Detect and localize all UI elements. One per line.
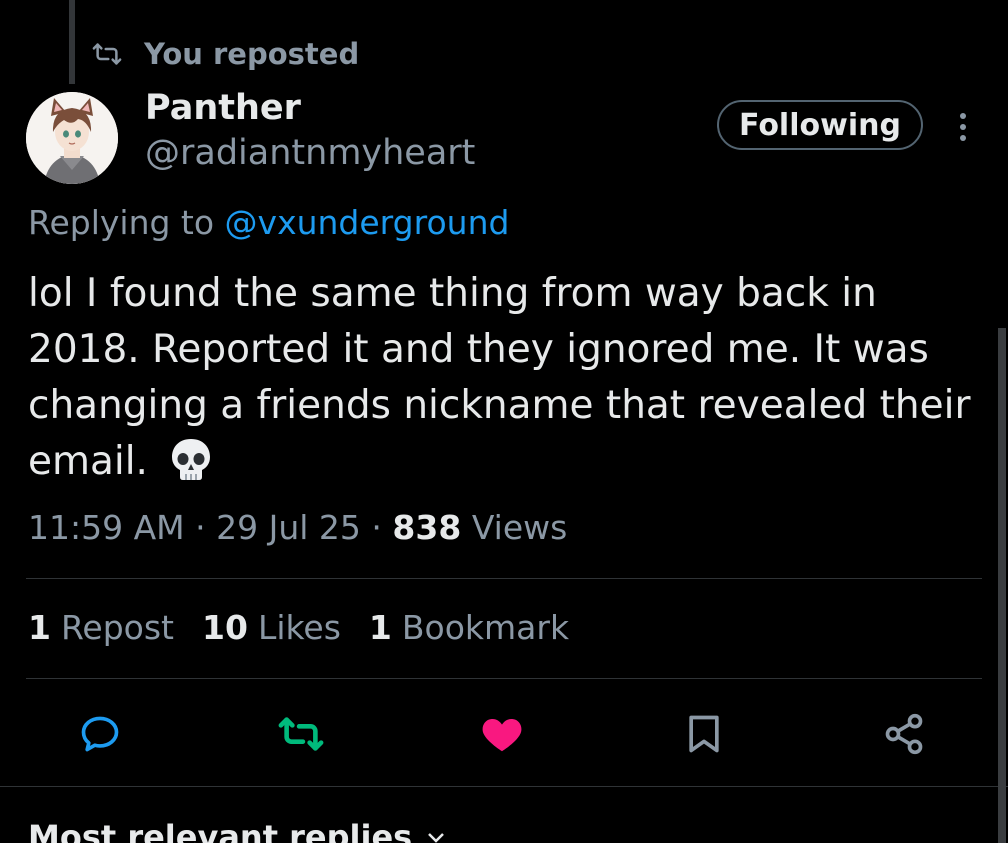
divider [26,578,982,579]
share-icon [885,713,923,755]
tweet-body: lol I found the same thing from way back… [28,266,988,490]
author-avatar[interactable] [26,92,118,184]
replies-sort-label: Most relevant replies [28,818,413,843]
more-vertical-icon [960,113,966,141]
reply-icon [81,716,119,752]
views-label[interactable]: Views [472,508,568,547]
tweet-date[interactable]: 29 Jul 25 [216,508,361,547]
stat-count: 10 [202,608,248,647]
repost-button[interactable] [277,710,325,758]
repost-icon [92,43,122,65]
scrollbar[interactable] [998,328,1006,843]
engagement-stats: 1 Repost 10 Likes 1 Bookmark [28,608,597,647]
stat-reposts[interactable]: 1 Repost [28,608,174,647]
share-button[interactable] [880,710,928,758]
chevron-down-icon [428,833,445,843]
stat-bookmarks[interactable]: 1 Bookmark [369,608,569,647]
stat-likes[interactable]: 10 Likes [202,608,341,647]
tweet-meta: 11:59 AM · 29 Jul 25 · 838 Views [28,508,567,547]
repost-banner-text: You reposted [144,37,360,71]
repost-banner: You reposted [92,34,359,74]
following-button[interactable]: Following [717,100,923,150]
author-display-name[interactable]: Panther [145,88,301,128]
meta-separator: · [371,508,382,547]
stat-label: Bookmark [401,608,570,647]
reply-context-prefix: Replying to [28,203,215,242]
divider [0,786,1008,787]
reply-mention-link[interactable]: @vxunderground [225,203,510,242]
stat-count: 1 [368,608,392,647]
heart-icon [482,719,522,752]
avatar-illustration [26,92,118,184]
like-button[interactable] [478,710,526,758]
more-options-button[interactable] [948,110,978,144]
bookmark-icon [689,715,719,753]
skull-emoji-icon [172,439,211,480]
divider [26,678,982,679]
thread-connector-line [69,0,75,84]
meta-separator: · [195,508,206,547]
reply-button[interactable] [76,710,124,758]
author-handle[interactable]: @radiantnmyheart [145,133,475,173]
stat-label: Likes [257,608,341,647]
replies-sort-dropdown[interactable]: Most relevant replies [28,818,448,843]
reply-context: Replying to @vxunderground [28,203,509,242]
stat-label: Repost [60,608,174,647]
stat-count: 1 [28,608,51,647]
repost-icon [278,717,324,751]
views-count[interactable]: 838 [392,508,461,547]
bookmark-button[interactable] [680,710,728,758]
tweet-time[interactable]: 11:59 AM [28,508,185,547]
